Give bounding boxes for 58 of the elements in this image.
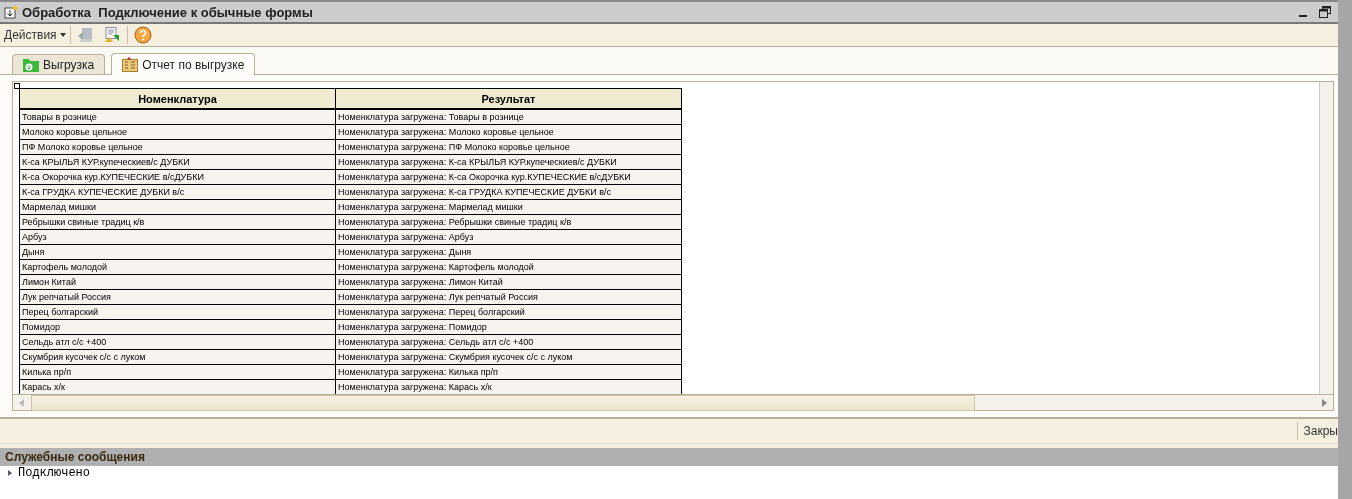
table-cell: Ребрышки свиные традиц к/в <box>19 214 336 230</box>
table-cell: Дыня <box>19 244 336 260</box>
restore-icon <box>1319 6 1331 18</box>
table-cell: Помидор <box>19 319 336 335</box>
messages-title: Служебные сообщения <box>5 450 145 464</box>
table-cell: Мармелад мишки <box>19 199 336 215</box>
table-cell: Номенклатура загружена: Молоко коровье цельное <box>335 124 682 140</box>
form-icon <box>4 5 18 19</box>
table-cell: ПФ Молоко коровье цельное <box>19 139 336 155</box>
table-cell: К-са ГРУДКА КУПЕЧЕСКИЕ ДУБКИ в/с <box>19 184 336 200</box>
table-cell: Картофель молодой <box>19 259 336 275</box>
table-cell: Товары в рознице <box>19 109 336 125</box>
table-cell: Номенклатура загружена: Товары в рознице <box>335 109 682 125</box>
table-cell: Номенклатура загружена: К-са Окорочка кур.КУПЕЧЕСКИЕ в/сДУБКИ <box>335 169 682 185</box>
table-cell: Номенклатура загружена: К-са КРЫЛЬЯ КУР.купеческиев/с ДУБКИ <box>335 154 682 170</box>
tab[interactable]: Отчет по выгрузке <box>111 53 256 75</box>
column-header: Номенклатура <box>19 88 336 109</box>
table-cell: Номенклатура загружена: Мармелад мишки <box>335 199 682 215</box>
table-cell: Номенклатура загружена: ПФ Молоко коровье цельное <box>335 139 682 155</box>
table-cell: Молоко коровье цельное <box>19 124 336 140</box>
column-header: Результат <box>335 88 682 109</box>
help-icon[interactable] <box>131 25 154 45</box>
tab[interactable]: Выгрузка <box>12 54 106 74</box>
bullet-icon <box>8 470 12 476</box>
table-cell: Номенклатура загружена: Помидор <box>335 319 682 335</box>
caret-icon <box>59 33 66 37</box>
table-cell: Лук репчатый Россия <box>19 289 336 305</box>
table-cell: К-са КРЫЛЬЯ КУР.купеческиев/с ДУБКИ <box>19 154 336 170</box>
table-cell: Номенклатура загружена: Лук репчатый Россия <box>335 289 682 305</box>
table-cell: Перец болгарский <box>19 304 336 320</box>
minimize-icon <box>1299 15 1307 17</box>
restore-button[interactable] <box>1316 4 1334 20</box>
message-text: Подключено <box>18 466 90 480</box>
scroll-right-icon[interactable] <box>1319 397 1329 408</box>
table-cell: Номенклатура загружена: Сельдь атл с/с +400 <box>335 334 682 350</box>
table-cell: Номенклатура загружена: Дыня <box>335 244 682 260</box>
table-cell: Номенклатура загружена: Арбуз <box>335 229 682 245</box>
scroll-left-icon[interactable] <box>17 397 27 408</box>
table-cell: Сельдь атл с/с +400 <box>19 334 336 350</box>
close-button[interactable]: Закры <box>1303 424 1338 438</box>
vertical-scrollbar[interactable] <box>1319 82 1333 394</box>
table-cell: Номенклатура загружена: Килька пр/п <box>335 364 682 380</box>
table-cell: Килька пр/п <box>19 364 336 380</box>
table-cell: Скумбрия кусочек с/с с луком <box>19 349 336 365</box>
table-cell: Номенклатура загружена: Картофель молодой <box>335 259 682 275</box>
window-title: Обработка Подключение к обычные формы <box>22 4 313 20</box>
table-cell: Номенклатура загружена: Лимон Китай <box>335 274 682 290</box>
table-cell: Номенклатура загружена: Перец болгарский <box>335 304 682 320</box>
table-cell: К-са Окорочка кур.КУПЕЧЕСКИЕ в/сДУБКИ <box>19 169 336 185</box>
folder-icon <box>23 57 39 72</box>
table-cell: Арбуз <box>19 229 336 245</box>
table-cell: Номенклатура загружена: К-са ГРУДКА КУПЕЧЕСКИЕ ДУБКИ в/с <box>335 184 682 200</box>
horizontal-scrollbar[interactable] <box>13 394 1333 410</box>
actions-menu[interactable]: Действия <box>4 28 66 42</box>
table-cell: Лимон Китай <box>19 274 336 290</box>
table-cell: Номенклатура загружена: Ребрышки свиные традиц к/в <box>335 214 682 230</box>
table-cell: Номенклатура загружена: Скумбрия кусочек с/с с луком <box>335 349 682 365</box>
report-icon <box>122 57 139 72</box>
